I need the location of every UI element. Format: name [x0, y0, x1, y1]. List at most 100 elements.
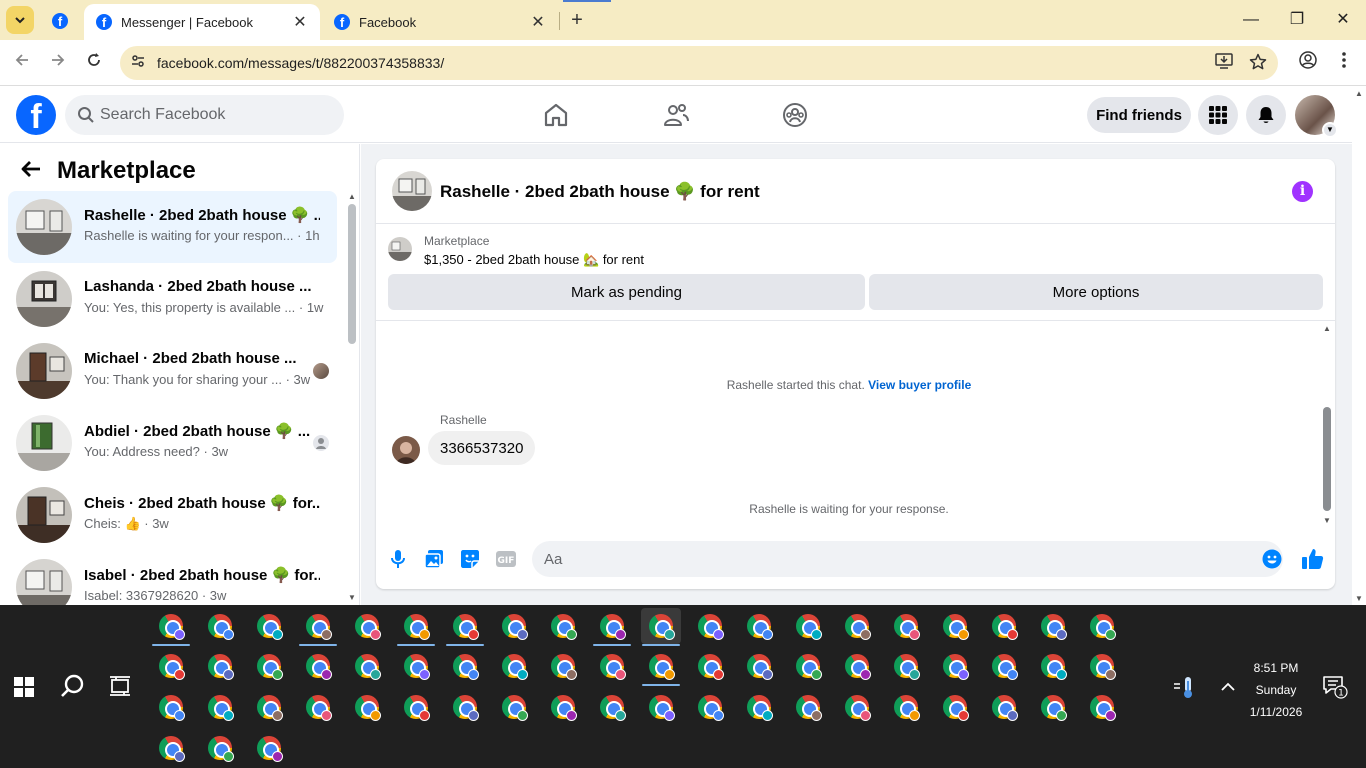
taskbar-chrome-window[interactable]: [788, 689, 828, 725]
taskbar-chrome-window[interactable]: [641, 608, 681, 646]
taskbar-chrome-window[interactable]: [788, 608, 828, 644]
tab-messenger[interactable]: f Messenger | Facebook ✕: [84, 4, 320, 40]
close-tab-icon[interactable]: ✕: [530, 12, 546, 32]
taskbar-chrome-window[interactable]: [151, 608, 191, 646]
scroll-up-arrow-icon[interactable]: ▲: [1355, 89, 1363, 98]
scroll-down-arrow-icon[interactable]: ▼: [1323, 516, 1331, 525]
show-hidden-icons-chevron-up-icon[interactable]: [1220, 679, 1236, 695]
inbox-scrollbar[interactable]: ▲ ▼: [345, 190, 359, 602]
conversation-item-abdiel[interactable]: Abdiel · 2bed 2bath house 🌳 ... You: Add…: [8, 407, 337, 479]
browser-menu-icon[interactable]: [1332, 51, 1356, 75]
home-icon[interactable]: [542, 101, 570, 129]
close-window-button[interactable]: ✕: [1320, 6, 1366, 34]
taskbar-chrome-window[interactable]: [886, 608, 926, 644]
taskbar-chrome-window[interactable]: [200, 608, 240, 644]
task-view-icon[interactable]: [109, 675, 131, 697]
thumbs-up-icon[interactable]: [1301, 547, 1325, 571]
scrollbar-thumb[interactable]: [348, 204, 356, 344]
windows-start-icon[interactable]: [14, 677, 34, 697]
taskbar-chrome-window[interactable]: [249, 608, 289, 644]
more-options-button[interactable]: More options: [869, 274, 1323, 310]
taskbar-chrome-window[interactable]: [543, 608, 583, 644]
taskbar-chrome-window[interactable]: [886, 648, 926, 684]
taskbar-chrome-window[interactable]: [249, 730, 289, 766]
scrollbar-thumb[interactable]: [1323, 407, 1331, 511]
taskbar-chrome-window[interactable]: [396, 648, 436, 684]
taskbar-chrome-window[interactable]: [690, 648, 730, 684]
tab-search-button[interactable]: [6, 6, 34, 34]
taskbar-search-icon[interactable]: [60, 673, 86, 699]
conversation-item-cheis[interactable]: Cheis · 2bed 2bath house 🌳 for... Cheis:…: [8, 479, 337, 551]
menu-button[interactable]: [1198, 95, 1238, 135]
chat-scrollbar[interactable]: ▲ ▼: [1320, 322, 1334, 525]
taskbar-chrome-window[interactable]: [1033, 648, 1073, 684]
taskbar-chrome-window[interactable]: [935, 648, 975, 684]
taskbar-chrome-window[interactable]: [690, 689, 730, 725]
conversation-item-isabel[interactable]: Isabel · 2bed 2bath house 🌳 for... Isabe…: [8, 551, 337, 605]
view-buyer-profile-link[interactable]: View buyer profile: [868, 378, 971, 392]
chat-title[interactable]: Rashelle · 2bed 2bath house 🌳 for rent: [440, 182, 760, 202]
taskbar-chrome-window[interactable]: [298, 608, 338, 646]
close-tab-icon[interactable]: ✕: [292, 12, 308, 32]
scroll-up-arrow-icon[interactable]: ▲: [1323, 324, 1331, 333]
taskbar-chrome-window[interactable]: [690, 608, 730, 644]
pinned-tab-facebook[interactable]: f: [44, 10, 76, 32]
taskbar-chrome-window[interactable]: [347, 689, 387, 725]
mark-as-pending-button[interactable]: Mark as pending: [388, 274, 865, 310]
taskbar-chrome-window[interactable]: [543, 689, 583, 725]
back-arrow-icon[interactable]: [20, 158, 44, 184]
account-avatar[interactable]: ▼: [1295, 95, 1338, 138]
scroll-down-arrow-icon[interactable]: ▼: [348, 593, 356, 602]
taskbar-chrome-window[interactable]: [200, 689, 240, 725]
find-friends-button[interactable]: Find friends: [1087, 97, 1191, 133]
info-icon[interactable]: i: [1292, 181, 1313, 202]
thermometer-icon[interactable]: [1172, 675, 1194, 699]
taskbar-chrome-window[interactable]: [151, 648, 191, 684]
install-app-icon[interactable]: [1214, 53, 1234, 73]
groups-icon[interactable]: [781, 101, 809, 129]
taskbar-chrome-window[interactable]: [1033, 689, 1073, 725]
message-bubble[interactable]: 3366537320: [428, 431, 536, 465]
taskbar-chrome-window[interactable]: [151, 730, 191, 766]
taskbar-chrome-window[interactable]: [200, 730, 240, 766]
taskbar-chrome-window[interactable]: [886, 689, 926, 725]
search-input[interactable]: [100, 95, 330, 135]
message-input[interactable]: [544, 541, 1244, 577]
taskbar-chrome-window[interactable]: [445, 689, 485, 725]
site-info-icon[interactable]: [128, 53, 148, 73]
taskbar-chrome-window[interactable]: [494, 608, 534, 644]
profile-icon[interactable]: [1296, 51, 1320, 75]
taskbar-chrome-window[interactable]: [592, 689, 632, 725]
taskbar-chrome-window[interactable]: [445, 648, 485, 684]
taskbar-chrome-window[interactable]: [592, 648, 632, 684]
new-tab-button[interactable]: +: [566, 8, 588, 32]
back-button[interactable]: [10, 51, 34, 75]
taskbar-chrome-window[interactable]: [739, 648, 779, 684]
notifications-button[interactable]: [1246, 95, 1286, 135]
conversation-item-rashelle[interactable]: Rashelle · 2bed 2bath house 🌳 ... Rashel…: [8, 191, 337, 263]
bookmark-star-icon[interactable]: [1248, 53, 1268, 73]
microphone-icon[interactable]: [387, 548, 409, 570]
taskbar-chrome-window[interactable]: [788, 648, 828, 684]
sender-avatar[interactable]: [392, 436, 420, 464]
sticker-icon[interactable]: [459, 548, 481, 570]
taskbar-chrome-window[interactable]: [641, 689, 681, 725]
taskbar-chrome-window[interactable]: [935, 608, 975, 644]
reload-button[interactable]: [82, 51, 106, 75]
taskbar-chrome-window[interactable]: [1033, 608, 1073, 644]
taskbar-chrome-window[interactable]: [298, 648, 338, 684]
page-scrollbar[interactable]: ▲ ▼: [1352, 87, 1366, 605]
scroll-down-arrow-icon[interactable]: ▼: [1355, 594, 1363, 603]
taskbar-chrome-window[interactable]: [592, 608, 632, 646]
forward-button[interactable]: [46, 51, 70, 75]
facebook-search-box[interactable]: [65, 95, 344, 135]
taskbar-chrome-window[interactable]: [1082, 689, 1122, 725]
taskbar-chrome-window[interactable]: [298, 689, 338, 725]
taskbar-chrome-window[interactable]: [984, 608, 1024, 644]
gif-icon[interactable]: GIF: [495, 548, 517, 570]
listing-thumbnail[interactable]: [392, 171, 432, 211]
message-input-box[interactable]: [532, 541, 1283, 577]
listing-price-title[interactable]: $1,350 - 2bed 2bath house 🏡 for rent: [424, 252, 644, 268]
taskbar-chrome-window[interactable]: [641, 648, 681, 686]
photo-icon[interactable]: [423, 548, 445, 570]
